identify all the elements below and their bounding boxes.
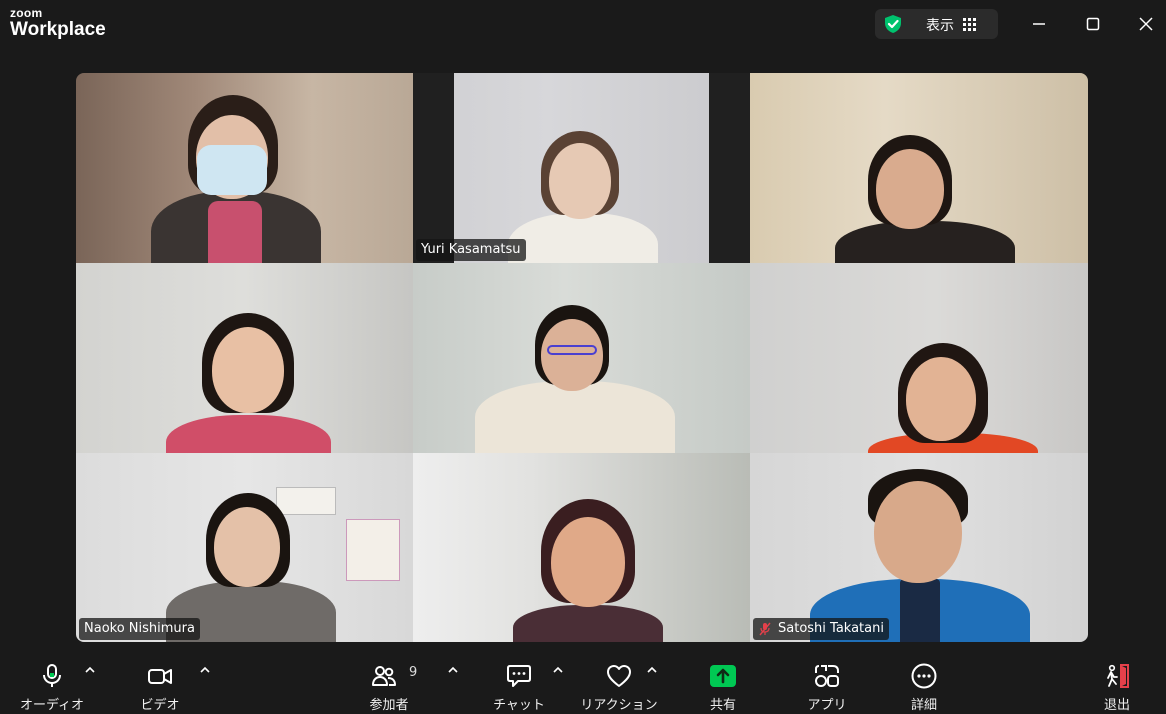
chat-bubble-icon: [507, 665, 531, 687]
reactions-options-caret-icon[interactable]: [646, 664, 658, 676]
zoom-workplace-logo: zoom Workplace: [10, 7, 106, 39]
participant-tile-active-speaker[interactable]: Yuri Kasamatsu: [413, 73, 750, 263]
video-options-caret-icon[interactable]: [199, 664, 211, 676]
participant-name-tag: Satoshi Takatani: [753, 618, 889, 640]
reactions-label: リアクション: [580, 698, 658, 713]
logo-top-text: zoom: [10, 6, 43, 20]
shield-check-icon: [885, 15, 901, 33]
participants-count: 9: [409, 665, 418, 680]
apps-icon: [815, 665, 839, 687]
participants-button[interactable]: 9 参加者: [344, 660, 434, 714]
video-button[interactable]: ビデオ: [115, 660, 205, 714]
chat-label: チャット: [493, 698, 545, 713]
participant-name: Satoshi Takatani: [778, 621, 884, 636]
letterbox-right: [709, 73, 750, 263]
participant-tile[interactable]: [750, 263, 1088, 453]
wall-poster: [276, 487, 336, 515]
letterbox-left: [413, 73, 454, 263]
wall-poster: [346, 519, 400, 581]
leave-door-icon: [1107, 664, 1129, 688]
logo-main-text: Workplace: [10, 19, 106, 40]
chat-button[interactable]: チャット: [474, 660, 564, 714]
participant-tile[interactable]: [750, 73, 1088, 263]
participants-options-caret-icon[interactable]: [447, 664, 459, 676]
audio-label: オーディオ: [19, 698, 85, 713]
participant-tile[interactable]: Satoshi Takatani: [750, 453, 1088, 642]
audio-options-caret-icon[interactable]: [84, 664, 96, 676]
participants-label: 参加者: [369, 698, 409, 713]
participant-tile[interactable]: [413, 453, 750, 642]
more-button[interactable]: 詳細: [879, 660, 969, 714]
video-label: ビデオ: [140, 698, 180, 713]
more-label: 詳細: [910, 698, 937, 713]
close-icon[interactable]: [1134, 12, 1158, 36]
participant-tile[interactable]: Naoko Nishimura: [76, 453, 413, 642]
title-bar: zoom Workplace 表示: [0, 0, 1166, 50]
share-screen-icon: [710, 665, 736, 687]
heart-icon: [607, 665, 631, 687]
share-label: 共有: [709, 698, 736, 713]
share-button[interactable]: 共有: [678, 660, 768, 714]
video-gallery: Yuri Kasamatsu Naoko Nishimura Satoshi T…: [76, 73, 1088, 642]
participant-tile[interactable]: [76, 263, 413, 453]
microphone-icon: [43, 664, 61, 687]
minimize-icon[interactable]: [1027, 12, 1051, 36]
maximize-icon[interactable]: [1081, 12, 1105, 36]
grid-view-icon: [963, 18, 976, 31]
meeting-toolbar: オーディオ ビデオ 9 参加者 チャット リアクション 共有 アプリ 詳細 退出: [0, 650, 1166, 714]
apps-label: アプリ: [807, 698, 847, 713]
view-label: 表示: [926, 18, 954, 34]
leave-label: 退出: [1103, 698, 1130, 713]
chat-options-caret-icon[interactable]: [552, 664, 564, 676]
participant-name: Yuri Kasamatsu: [416, 239, 526, 261]
more-options-icon: [911, 663, 937, 689]
muted-microphone-icon: [759, 622, 771, 636]
video-camera-icon: [148, 669, 172, 684]
leave-button[interactable]: 退出: [1072, 660, 1162, 714]
participant-tile[interactable]: [76, 73, 413, 263]
participants-icon: [371, 666, 396, 686]
participant-tile[interactable]: [413, 263, 750, 453]
view-button[interactable]: 表示: [875, 9, 998, 39]
apps-button[interactable]: アプリ: [782, 660, 872, 714]
participant-name: Naoko Nishimura: [79, 618, 200, 640]
